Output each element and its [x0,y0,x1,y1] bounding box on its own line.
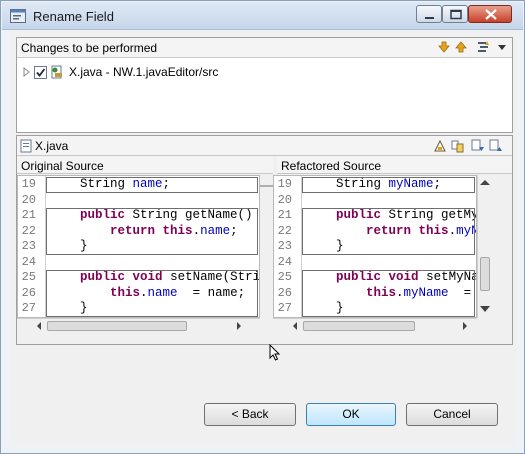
changes-header: Changes to be performed [17,38,512,58]
back-button[interactable]: < Back [204,403,296,426]
title-bar[interactable]: Rename Field [2,2,523,30]
checkmark-icon [36,67,46,77]
line-number: 23 [21,239,36,253]
refactored-vscroll-thumb[interactable] [480,257,490,291]
compare-header: X.java [17,136,512,156]
original-source-title: Original Source [17,157,273,174]
line-number: 22 [277,223,292,238]
maximize-button[interactable] [442,5,468,23]
line-number: 26 [21,285,36,300]
window-title: Rename Field [33,9,114,24]
refactored-code-pane[interactable]: 19 String myName; 20 21 public String getM… [273,175,477,318]
rename-field-dialog: Rename Field Changes to be performed X.j… [0,0,525,454]
scroll-left-icon[interactable] [35,321,43,331]
original-code-pane[interactable]: 19 String name; 20 21 public String getNam… [17,175,260,318]
line-number: 21 [277,208,292,222]
diff-highlight-box [302,270,475,317]
diff-highlight-box [46,177,258,193]
previous-difference-icon[interactable] [489,139,503,153]
next-change-icon[interactable] [437,40,451,54]
line-number: 26 [277,285,292,300]
line-number: 25 [21,270,36,284]
view-menu-icon[interactable] [495,40,509,54]
line-number: 23 [277,239,292,253]
diff-highlight-box [302,208,475,255]
java-file-icon [51,65,62,79]
copy-right-icon[interactable] [451,139,465,153]
close-icon [485,9,497,20]
scroll-right-icon[interactable] [461,321,469,331]
line-number: 19 [277,177,292,191]
dialog-content: Changes to be performed X.java - NW.1.ja… [10,31,517,446]
scroll-right-icon[interactable] [235,321,243,331]
mouse-pointer-icon [269,344,281,361]
changes-header-label: Changes to be performed [21,41,158,55]
scroll-up-icon[interactable] [479,179,491,187]
line-number: 22 [21,223,36,238]
scroll-left-icon[interactable] [291,321,299,331]
line-number: 25 [277,270,292,284]
line-number: 20 [21,192,36,207]
ok-button[interactable]: OK [306,403,396,426]
diff-highlight-box [46,270,258,317]
line-number: 24 [277,254,292,269]
change-item-label: X.java - NW.1.javaEditor/src [69,65,219,79]
filter-icon[interactable] [477,40,491,54]
next-difference-icon[interactable] [471,139,485,153]
compare-file-label: X.java [35,139,69,153]
close-button[interactable] [468,5,512,23]
java-file-icon [20,139,32,153]
line-number: 21 [21,208,36,222]
line-number: 19 [21,177,36,191]
line-number: 27 [21,301,36,315]
refactored-vertical-scrollbar[interactable] [477,175,491,318]
line-number: 20 [277,192,292,207]
original-hscroll-thumb[interactable] [47,321,187,331]
original-horizontal-scrollbar[interactable] [17,318,260,332]
diff-highlight-box [46,208,258,255]
change-tree-item[interactable]: X.java - NW.1.javaEditor/src [21,63,218,81]
minimize-button[interactable] [416,5,442,23]
refactored-source-title: Refactored Source [277,157,512,174]
eclipse-app-icon [10,9,26,23]
scroll-down-icon[interactable] [479,305,491,313]
expand-arrow-icon[interactable] [21,67,31,77]
line-number: 27 [277,301,292,315]
copy-left-icon[interactable] [433,139,447,153]
maximize-icon [450,9,462,20]
line-number: 24 [21,254,36,269]
diff-highlight-box [302,177,475,193]
minimize-icon [425,17,434,19]
changes-panel: Changes to be performed X.java - NW.1.ja… [16,37,513,133]
refactored-hscroll-thumb[interactable] [303,321,415,331]
change-checkbox[interactable] [34,65,47,79]
refactored-horizontal-scrollbar[interactable] [273,318,477,332]
previous-change-icon[interactable] [454,40,468,54]
compare-panel: X.java Original Source Refactored Source… [16,135,513,345]
cancel-button[interactable]: Cancel [406,403,498,426]
